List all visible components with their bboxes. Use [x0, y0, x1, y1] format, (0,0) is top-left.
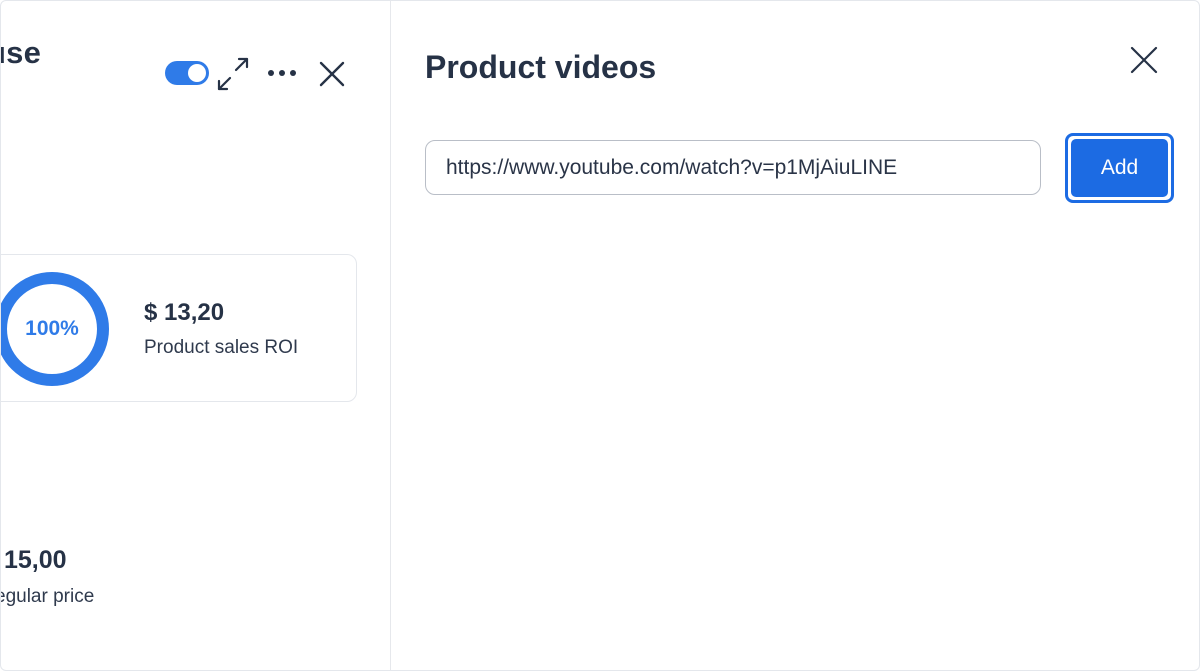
add-button[interactable]: Add: [1065, 133, 1174, 203]
roi-label: Product sales ROI: [144, 337, 299, 358]
more-dots-icon[interactable]: [265, 63, 299, 83]
panel-title: use: [1, 35, 42, 70]
regular-price-value: 15,00: [4, 546, 67, 574]
toggle-knob: [188, 64, 206, 82]
progress-percent-label: 100%: [25, 317, 79, 340]
product-detail-panel: use: [1, 1, 391, 670]
close-icon[interactable]: [316, 58, 348, 90]
status-toggle[interactable]: [165, 61, 209, 85]
dialog-title: Product videos: [425, 49, 657, 85]
add-button-label: Add: [1071, 139, 1168, 197]
app-window: use: [0, 0, 1200, 671]
expand-icon[interactable]: [213, 55, 253, 93]
roi-value: $ 13,20: [144, 299, 225, 326]
product-videos-dialog: Product videos Add: [391, 1, 1199, 670]
regular-price-label: egular price: [1, 586, 95, 607]
close-icon[interactable]: [1125, 41, 1163, 79]
video-url-input[interactable]: [425, 140, 1041, 195]
roi-stat-card: 100% $ 13,20 Product sales ROI: [1, 254, 357, 402]
